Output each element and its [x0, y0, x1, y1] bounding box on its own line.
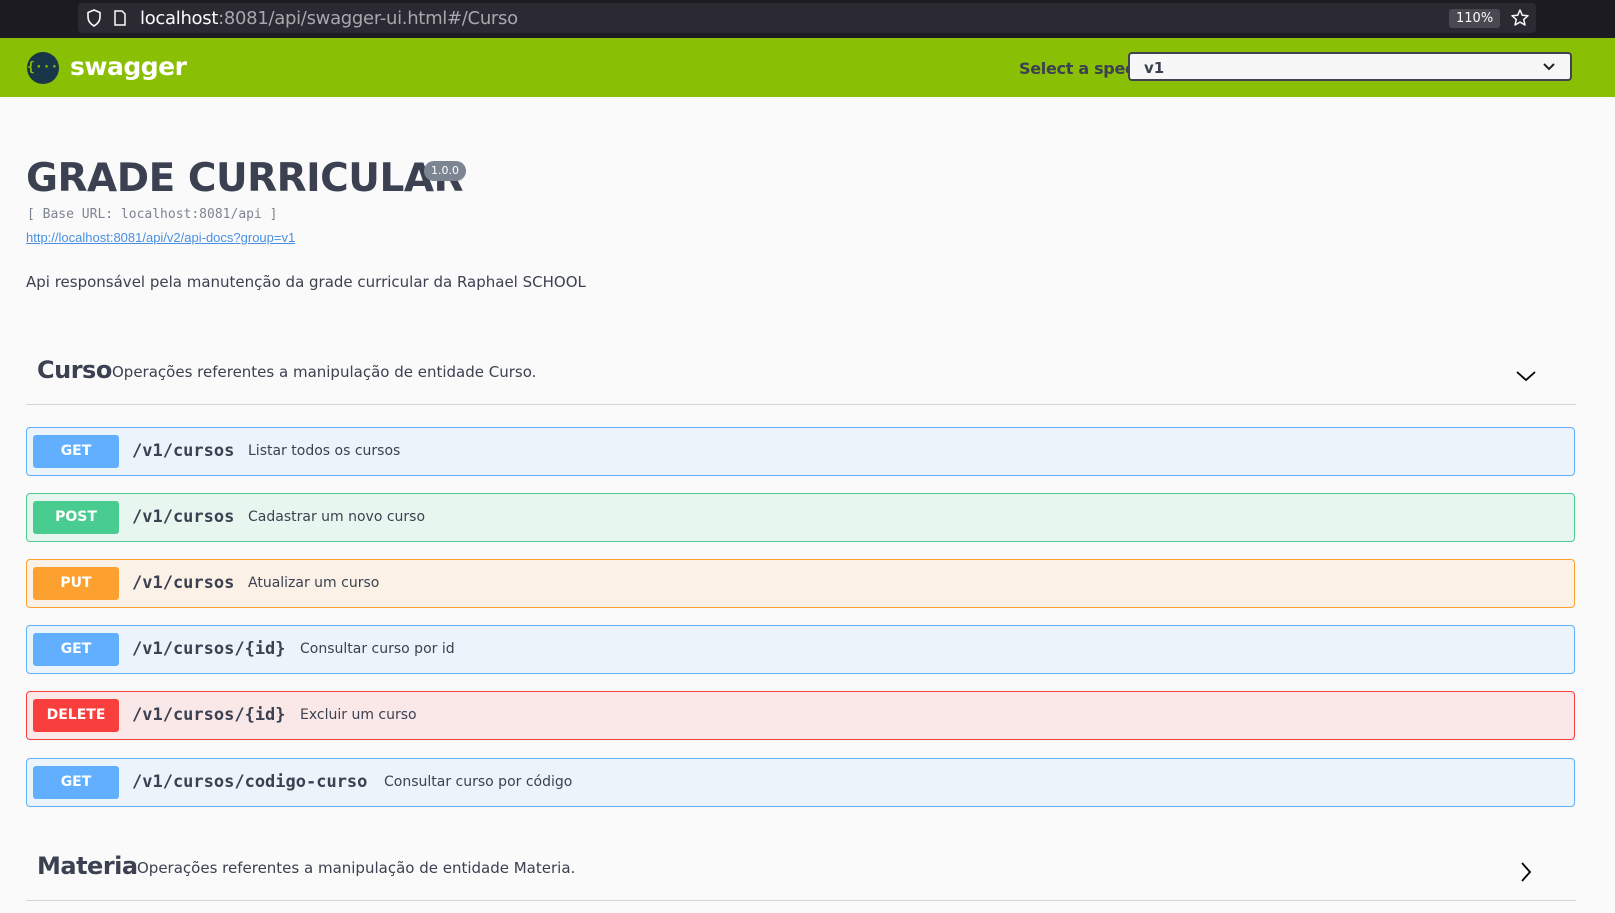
operation-get-curso-by-codigo[interactable]: GET /v1/cursos/codigo-curso Consultar cu…	[26, 758, 1575, 807]
operation-summary: Listar todos os cursos	[248, 443, 401, 459]
chevron-down-icon[interactable]	[1514, 364, 1538, 388]
spec-select-value: v1	[1144, 59, 1165, 77]
tag-name: Materia	[37, 852, 138, 880]
shield-icon[interactable]	[86, 9, 102, 27]
operation-path: /v1/cursos	[132, 573, 235, 593]
operation-summary: Excluir um curso	[300, 707, 417, 723]
logo-glyph: {···}	[27, 60, 67, 75]
operation-delete-curso[interactable]: DELETE /v1/cursos/{id} Excluir um curso	[26, 691, 1575, 740]
select-spec-label: Select a spec	[1019, 59, 1135, 78]
operation-get-cursos[interactable]: GET /v1/cursos Listar todos os cursos	[26, 427, 1575, 476]
operation-path: /v1/cursos/{id}	[132, 705, 286, 725]
operation-post-cursos[interactable]: POST /v1/cursos Cadastrar um novo curso	[26, 493, 1575, 542]
swagger-logo-text[interactable]: swagger	[70, 52, 187, 81]
tag-header-curso[interactable]: Curso Operações referentes a manipulação…	[26, 344, 1576, 405]
page-icon	[114, 10, 126, 26]
swagger-topbar: {···} swagger Select a spec v1	[0, 38, 1615, 97]
operation-put-cursos[interactable]: PUT /v1/cursos Atualizar um curso	[26, 559, 1575, 608]
tag-header-materia[interactable]: Materia Operações referentes a manipulaç…	[26, 840, 1576, 901]
operation-summary: Atualizar um curso	[248, 575, 380, 591]
browser-toolbar: localhost:8081/api/swagger-ui.html#/Curs…	[0, 0, 1615, 38]
url-path: :8081/api/swagger-ui.html#/Curso	[218, 8, 518, 29]
tag-description: Operações referentes a manipulação de en…	[137, 859, 576, 877]
chevron-right-icon[interactable]	[1514, 860, 1538, 884]
operation-summary: Consultar curso por código	[384, 774, 573, 790]
method-badge: GET	[33, 435, 119, 468]
method-badge: DELETE	[33, 699, 119, 732]
api-docs-link[interactable]: http://localhost:8081/api/v2/api-docs?gr…	[26, 230, 295, 245]
operation-path: /v1/cursos	[132, 441, 235, 461]
spec-select[interactable]: v1	[1128, 52, 1572, 81]
operation-path: /v1/cursos/{id}	[132, 639, 286, 659]
method-badge: POST	[33, 501, 119, 534]
chevron-down-icon	[1543, 63, 1555, 71]
url-bar[interactable]: localhost:8081/api/swagger-ui.html#/Curs…	[78, 3, 1536, 33]
version-badge: 1.0.0	[424, 161, 466, 181]
operation-get-curso-by-id[interactable]: GET /v1/cursos/{id} Consultar curso por …	[26, 625, 1575, 674]
operation-path: /v1/cursos/codigo-curso	[132, 772, 368, 792]
url-host: localhost	[140, 8, 219, 29]
operation-summary: Cadastrar um novo curso	[248, 509, 426, 525]
operation-summary: Consultar curso por id	[300, 641, 455, 657]
method-badge: GET	[33, 633, 119, 666]
tag-description: Operações referentes a manipulação de en…	[112, 363, 537, 381]
url-text[interactable]: localhost:8081/api/swagger-ui.html#/Curs…	[140, 8, 518, 29]
base-url: [ Base URL: localhost:8081/api ]	[27, 207, 278, 222]
tag-name: Curso	[37, 356, 112, 384]
api-description: Api responsável pela manutenção da grade…	[26, 273, 586, 291]
method-badge: GET	[33, 766, 119, 799]
method-badge: PUT	[33, 567, 119, 600]
zoom-level-badge[interactable]: 110%	[1449, 9, 1501, 28]
page-title: GRADE CURRICULAR	[26, 156, 464, 201]
swagger-logo-icon[interactable]: {···}	[27, 52, 67, 84]
bookmark-star-icon[interactable]	[1510, 8, 1530, 28]
operation-path: /v1/cursos	[132, 507, 235, 527]
